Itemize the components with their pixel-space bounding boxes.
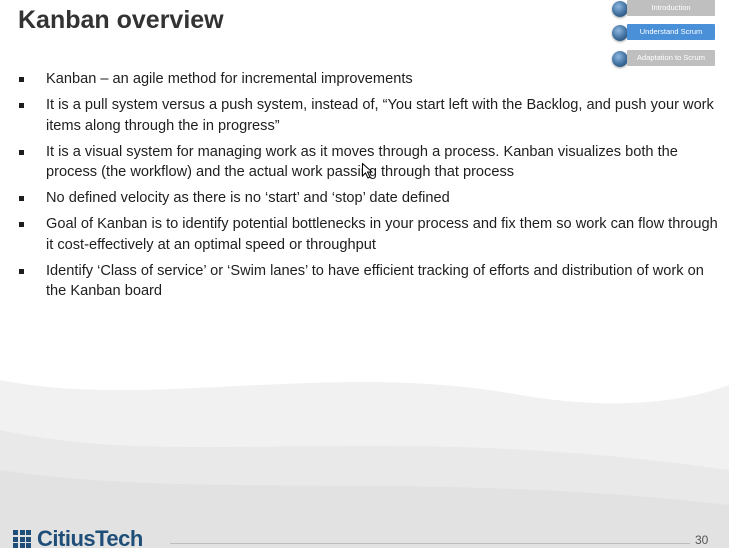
company-logo: CitiusTech xyxy=(13,526,143,552)
nav-item-label: Introduction xyxy=(627,0,715,16)
bullet-square-icon xyxy=(19,77,24,82)
nav-item-adaptation-to-scrum[interactable]: Adaptation to Scrum xyxy=(610,50,725,68)
bullet-square-icon xyxy=(19,149,24,155)
slide-title: Kanban overview xyxy=(18,6,224,34)
footer-divider xyxy=(170,543,690,544)
logo-text: CitiusTech xyxy=(37,526,143,551)
nav-bullet-icon xyxy=(612,25,628,41)
bullet-square-icon xyxy=(19,196,24,201)
bullet-square-icon xyxy=(19,268,24,274)
bullet-text: It is a pull system versus a push system… xyxy=(46,97,714,134)
bullet-square-icon xyxy=(19,222,24,227)
bullet-list: Kanban – an agile method for incremental… xyxy=(18,69,718,307)
nav-bullet-icon xyxy=(612,51,628,67)
page-number: 30 xyxy=(695,533,709,547)
bullet-item: Goal of Kanban is to identify potential … xyxy=(18,214,718,255)
bullet-text: Kanban – an agile method for incremental… xyxy=(46,71,413,87)
bullet-item: Identify ‘Class of service’ or ‘Swim lan… xyxy=(18,261,718,302)
bullet-square-icon xyxy=(19,103,24,108)
bullet-text: No defined velocity as there is no ‘star… xyxy=(46,190,450,206)
bullet-text: Goal of Kanban is to identify potential … xyxy=(46,216,718,253)
bullet-item: Kanban – an agile method for incremental… xyxy=(18,69,718,90)
mouse-cursor-icon xyxy=(362,163,373,179)
bullet-item: It is a pull system versus a push system… xyxy=(18,95,718,136)
logo-grid-icon xyxy=(13,530,31,548)
bullet-text: Identify ‘Class of service’ or ‘Swim lan… xyxy=(46,262,704,300)
nav-item-understand-scrum[interactable]: Understand Scrum xyxy=(610,24,725,42)
bullet-item: No defined velocity as there is no ‘star… xyxy=(18,188,718,209)
nav-item-label: Understand Scrum xyxy=(627,24,715,40)
nav-item-label: Adaptation to Scrum xyxy=(627,50,715,66)
nav-bullet-icon xyxy=(612,1,628,17)
nav-item-introduction[interactable]: Introduction xyxy=(610,0,725,18)
